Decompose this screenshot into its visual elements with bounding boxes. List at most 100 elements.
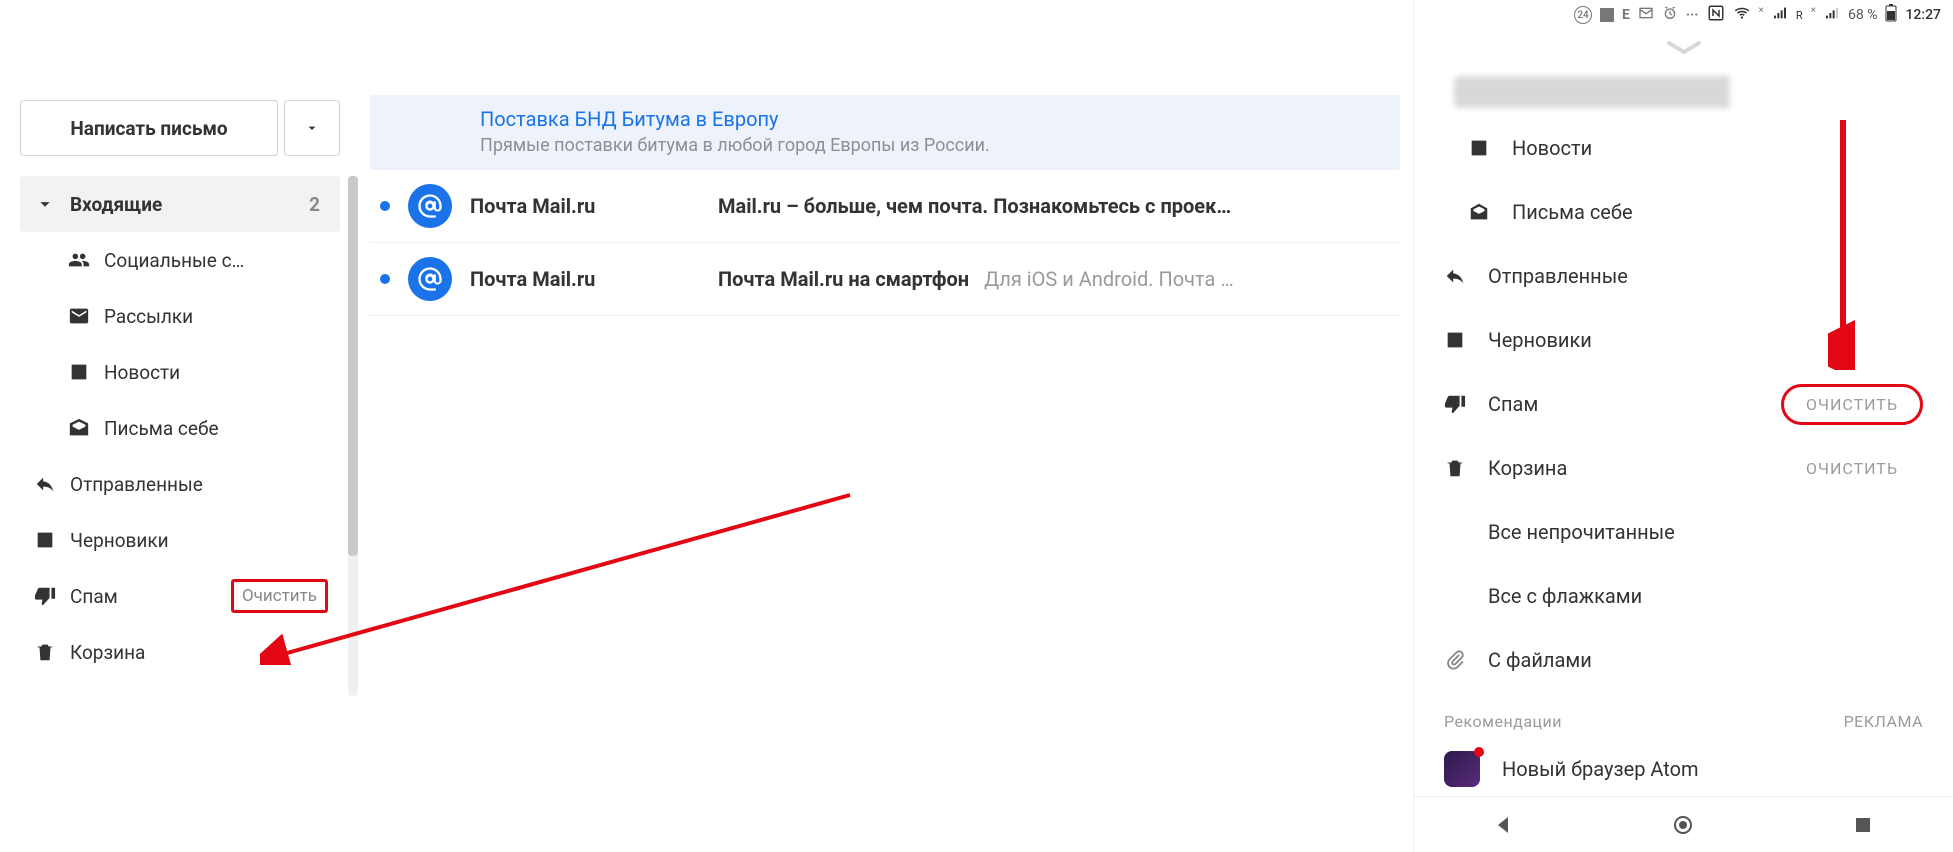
sidebar-item-label: Письма себе: [104, 417, 328, 440]
scrollbar[interactable]: [348, 176, 358, 696]
compose-label: Написать письмо: [70, 117, 227, 140]
sent-icon: [1444, 265, 1466, 287]
message-subject-wrap: Mail.ru – больше, чем почта. Познакомьте…: [718, 194, 1390, 218]
mobile-clear-trash[interactable]: ОЧИСТИТЬ: [1781, 448, 1923, 489]
mail-status-icon: [1638, 5, 1654, 25]
at-sign-icon: [416, 265, 444, 293]
mobile-item-label: Все непрочитанные: [1488, 520, 1923, 544]
mobile-screenshot: 24 E ··· × R × 68 % 12:27: [1413, 0, 1953, 852]
message-preview: Для iOS и Android. Почта …: [984, 267, 1234, 291]
wifi-icon: [1733, 4, 1751, 26]
message-list-pane: Поставка БНД Битума в Европу Прямые пост…: [370, 95, 1400, 316]
caret-down-icon: [34, 193, 56, 215]
sidebar-item-trash[interactable]: Корзина: [20, 624, 340, 680]
bookmark-icon: [1444, 585, 1466, 607]
people-icon: [68, 249, 90, 271]
sidebar-item-self[interactable]: Письма себе: [20, 400, 340, 456]
sender-avatar: [408, 257, 452, 301]
sidebar-item-label: Новости: [104, 361, 328, 384]
message-subject: Mail.ru – больше, чем почта. Познакомьте…: [718, 194, 1231, 218]
trash-icon: [1444, 457, 1466, 479]
sidebar-item-news[interactable]: Новости: [20, 344, 340, 400]
mobile-item-files[interactable]: С файлами: [1444, 628, 1923, 692]
caret-down-icon: [304, 120, 320, 136]
mobile-item-label: Корзина: [1488, 456, 1759, 480]
section-left: Рекомендации: [1444, 712, 1562, 731]
nav-recents-button[interactable]: [1851, 813, 1875, 837]
nfc-icon: [1707, 4, 1725, 26]
sidebar-item-label: Черновики: [70, 529, 328, 552]
clear-spam-link[interactable]: Очистить: [231, 579, 328, 613]
mobile-item-sent[interactable]: Отправленные: [1444, 244, 1923, 308]
sidebar-item-label: Корзина: [70, 641, 328, 664]
message-sender: Почта Mail.ru: [470, 194, 700, 218]
inbox-self-icon: [1468, 201, 1490, 223]
blue-dot-icon: [1444, 521, 1466, 543]
desktop-sidebar: Написать письмо Входящие 2 Социальные с……: [20, 100, 340, 680]
message-row[interactable]: Почта Mail.ru Почта Mail.ru на смартфон …: [370, 243, 1400, 316]
section-right: РЕКЛАМА: [1844, 712, 1923, 731]
reply-icon: [34, 473, 56, 495]
mobile-item-news[interactable]: Новости: [1444, 116, 1923, 180]
mobile-reco-item[interactable]: Новый браузер Atom: [1414, 741, 1953, 797]
mobile-item-spam[interactable]: Спам ОЧИСТИТЬ: [1444, 372, 1923, 436]
mobile-item-trash[interactable]: Корзина ОЧИСТИТЬ: [1444, 436, 1923, 500]
mobile-item-flagged[interactable]: Все с флажками: [1444, 564, 1923, 628]
sidebar-item-sent[interactable]: Отправленные: [20, 456, 340, 512]
message-row[interactable]: Почта Mail.ru Mail.ru – больше, чем почт…: [370, 170, 1400, 243]
at-sign-icon: [416, 192, 444, 220]
sidebar-item-label: Рассылки: [104, 305, 328, 328]
promo-banner[interactable]: Поставка БНД Битума в Европу Прямые пост…: [370, 95, 1400, 170]
unread-count: 2: [309, 193, 320, 216]
sender-avatar: [408, 184, 452, 228]
compose-button[interactable]: Написать письмо: [20, 100, 278, 156]
mobile-item-self[interactable]: Письма себе: [1444, 180, 1923, 244]
mobile-item-label: Черновики: [1488, 328, 1923, 352]
mobile-item-label: С файлами: [1488, 648, 1923, 672]
message-subject-wrap: Почта Mail.ru на смартфон Для iOS и Andr…: [718, 267, 1390, 291]
promo-subtitle: Прямые поставки битума в любой город Евр…: [480, 135, 1378, 156]
pull-chevron-icon: [1414, 30, 1953, 60]
message-subject: Почта Mail.ru на смартфон: [718, 267, 969, 291]
mobile-clear-spam[interactable]: ОЧИСТИТЬ: [1781, 384, 1923, 425]
sidebar-item-label: Входящие: [70, 193, 295, 216]
atom-app-icon: [1444, 751, 1480, 787]
alarm-icon: [1662, 5, 1678, 25]
sidebar-item-spam[interactable]: Спам Очистить: [20, 568, 340, 624]
attachment-icon: [1444, 649, 1466, 671]
notif-count-icon: 24: [1574, 6, 1592, 24]
mobile-item-label: Отправленные: [1488, 264, 1923, 288]
sidebar-item-label: Отправленные: [70, 473, 328, 496]
message-sender: Почта Mail.ru: [470, 267, 700, 291]
mobile-item-label: Все с флажками: [1488, 584, 1923, 608]
e-icon: E: [1622, 7, 1630, 23]
mobile-item-unread[interactable]: Все непрочитанные: [1444, 500, 1923, 564]
signal-2-icon: [1824, 5, 1840, 25]
account-header-blurred: [1454, 76, 1913, 108]
sidebar-item-inbox[interactable]: Входящие 2: [20, 176, 340, 232]
sidebar-item-label: Социальные с…: [104, 249, 328, 272]
net-label: R: [1796, 9, 1803, 22]
android-nav-bar: [1414, 796, 1953, 852]
nav-back-button[interactable]: [1492, 813, 1516, 837]
compose-dropdown[interactable]: [284, 100, 340, 156]
sidebar-item-newsletters[interactable]: Рассылки: [20, 288, 340, 344]
drafts-icon: [1444, 329, 1466, 351]
square-icon: [1600, 8, 1614, 22]
trash-icon: [34, 641, 56, 663]
folder-list: Входящие 2 Социальные с… Рассылки Новост…: [20, 176, 340, 680]
unread-dot-icon: [380, 201, 390, 211]
battery-icon: [1885, 4, 1897, 26]
mobile-section-header: Рекомендации РЕКЛАМА: [1414, 692, 1953, 741]
nav-home-button[interactable]: [1671, 813, 1695, 837]
sidebar-item-social[interactable]: Социальные с…: [20, 232, 340, 288]
status-bar: 24 E ··· × R × 68 % 12:27: [1414, 0, 1953, 30]
sidebar-item-drafts[interactable]: Черновики: [20, 512, 340, 568]
news-icon: [1468, 137, 1490, 159]
mobile-item-drafts[interactable]: Черновики: [1444, 308, 1923, 372]
sidebar-item-label: Спам: [70, 585, 217, 608]
mobile-item-label: Новости: [1512, 136, 1923, 160]
reco-label: Новый браузер Atom: [1502, 757, 1699, 781]
mobile-item-label: Спам: [1488, 392, 1759, 416]
mobile-folder-list: Новости Письма себе Отправленные Чернови…: [1414, 116, 1953, 692]
